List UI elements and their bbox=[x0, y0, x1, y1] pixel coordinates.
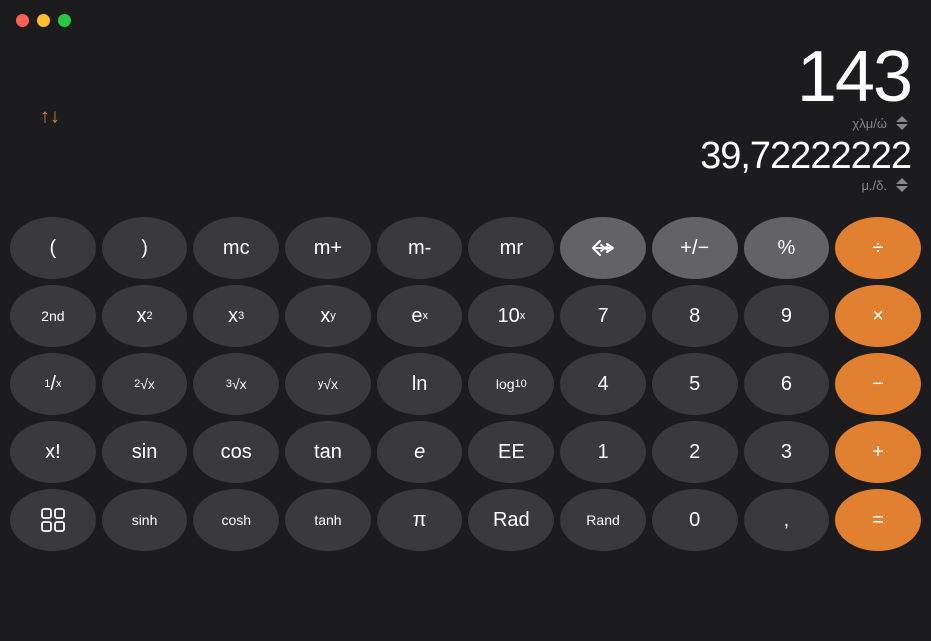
3-button[interactable]: 3 bbox=[744, 421, 830, 483]
log10-button[interactable]: log10 bbox=[468, 353, 554, 415]
close-button[interactable] bbox=[16, 14, 29, 27]
cbrt-button[interactable]: 3√x bbox=[193, 353, 279, 415]
rad-button[interactable]: Rad bbox=[468, 489, 554, 551]
rand-button[interactable]: Rand bbox=[560, 489, 646, 551]
mr-button[interactable]: mr bbox=[468, 217, 554, 279]
yth-root-button[interactable]: y√x bbox=[285, 353, 371, 415]
6-button[interactable]: 6 bbox=[744, 353, 830, 415]
buttons-container: ()mcm+m-mr +/−%÷ 2ndx2x3xyex10x789× 1/x2√x… bbox=[0, 211, 931, 561]
tan-button[interactable]: tan bbox=[285, 421, 371, 483]
mc-button[interactable]: mc bbox=[193, 217, 279, 279]
equals-button[interactable]: = bbox=[835, 489, 921, 551]
conversion-value: 39,72222222 bbox=[60, 137, 911, 175]
tanh-button[interactable]: tanh bbox=[285, 489, 371, 551]
cos-button[interactable]: cos bbox=[193, 421, 279, 483]
sinh-button[interactable]: sinh bbox=[102, 489, 188, 551]
2-button[interactable]: 2 bbox=[652, 421, 738, 483]
ln-button[interactable]: ln bbox=[377, 353, 463, 415]
percent-button[interactable]: % bbox=[744, 217, 830, 279]
9-button[interactable]: 9 bbox=[744, 285, 830, 347]
open-paren-button[interactable]: ( bbox=[10, 217, 96, 279]
unit1-stepper[interactable] bbox=[893, 115, 911, 131]
multiply-button[interactable]: × bbox=[835, 285, 921, 347]
display-area: ↑↓ 143 χλμ/ώ 39,72222222 μ./δ. bbox=[0, 41, 931, 211]
euler-button[interactable]: e bbox=[377, 421, 463, 483]
factorial-button[interactable]: x! bbox=[10, 421, 96, 483]
5-button[interactable]: 5 bbox=[652, 353, 738, 415]
pi-button[interactable]: π bbox=[377, 489, 463, 551]
main-value: 143 bbox=[60, 41, 911, 113]
backspace-button[interactable] bbox=[560, 217, 646, 279]
4-button[interactable]: 4 bbox=[560, 353, 646, 415]
add-button[interactable]: + bbox=[835, 421, 921, 483]
8-button[interactable]: 8 bbox=[652, 285, 738, 347]
7-button[interactable]: 7 bbox=[560, 285, 646, 347]
m-plus-button[interactable]: m+ bbox=[285, 217, 371, 279]
2nd-button[interactable]: 2nd bbox=[10, 285, 96, 347]
e-to-x-button[interactable]: ex bbox=[377, 285, 463, 347]
10-to-x-button[interactable]: 10x bbox=[468, 285, 554, 347]
unit2-label: μ./δ. bbox=[861, 178, 887, 193]
titlebar bbox=[0, 0, 931, 41]
x-to-y-button[interactable]: xy bbox=[285, 285, 371, 347]
reciprocal-button[interactable]: 1/x bbox=[10, 353, 96, 415]
unit-conv-button[interactable] bbox=[10, 489, 96, 551]
unit2-stepper[interactable] bbox=[893, 177, 911, 193]
sqrt-button[interactable]: 2√x bbox=[102, 353, 188, 415]
x-squared-button[interactable]: x2 bbox=[102, 285, 188, 347]
close-paren-button[interactable]: ) bbox=[102, 217, 188, 279]
maximize-button[interactable] bbox=[58, 14, 71, 27]
1-button[interactable]: 1 bbox=[560, 421, 646, 483]
cosh-button[interactable]: cosh bbox=[193, 489, 279, 551]
divide-button[interactable]: ÷ bbox=[835, 217, 921, 279]
sin-button[interactable]: sin bbox=[102, 421, 188, 483]
0-button[interactable]: 0 bbox=[652, 489, 738, 551]
ee-button[interactable]: EE bbox=[468, 421, 554, 483]
minimize-button[interactable] bbox=[37, 14, 50, 27]
sort-icon[interactable]: ↑↓ bbox=[40, 106, 60, 129]
decimal-button[interactable]: , bbox=[744, 489, 830, 551]
unit1-label: χλμ/ώ bbox=[852, 116, 887, 131]
m-minus-button[interactable]: m- bbox=[377, 217, 463, 279]
plus-minus-button[interactable]: +/− bbox=[652, 217, 738, 279]
x-cubed-button[interactable]: x3 bbox=[193, 285, 279, 347]
subtract-button[interactable]: − bbox=[835, 353, 921, 415]
